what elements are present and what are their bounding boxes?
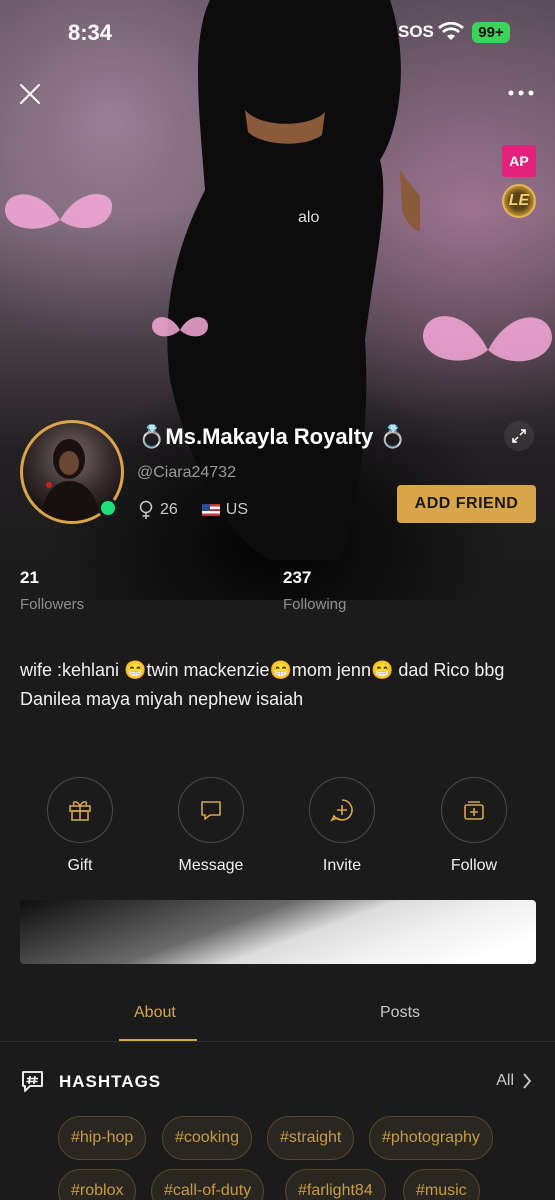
sos-indicator: SOS <box>398 22 434 41</box>
followers-count: 21 <box>20 568 39 587</box>
gift-icon <box>69 800 91 821</box>
tab-about[interactable]: About <box>134 1004 176 1022</box>
profile-age: 26 <box>160 501 178 518</box>
tab-posts[interactable]: Posts <box>380 1004 420 1022</box>
wifi-icon <box>438 22 464 40</box>
butterfly-decoration <box>152 317 208 337</box>
follow-action[interactable]: Follow <box>434 777 514 875</box>
followers-stat[interactable]: 21 Followers <box>20 568 84 613</box>
hashtags-title: HASHTAGS <box>59 1072 162 1091</box>
message-button[interactable] <box>178 777 244 843</box>
follow-label: Follow <box>450 857 498 874</box>
following-stat[interactable]: 237 Following <box>283 568 346 613</box>
hashtag-chip[interactable]: #roblox <box>58 1169 137 1200</box>
hashtags-header: HASHTAGS All <box>20 1068 536 1096</box>
message-action[interactable]: Message <box>171 777 251 875</box>
gift-button[interactable] <box>47 777 113 843</box>
profile-tabs: About Posts <box>0 990 555 1042</box>
status-bar: 8:34 SOS 99+ <box>0 0 555 64</box>
svg-text:alo: alo <box>298 209 319 226</box>
active-tab-indicator <box>119 1039 197 1041</box>
online-status-indicator <box>98 498 118 518</box>
hashtag-chip[interactable]: #music <box>403 1169 480 1200</box>
profile-country: US <box>225 501 249 518</box>
profile-meta: 26 US <box>138 500 248 520</box>
profile-bio: wife :kehlani 😁twin mackenzie😁mom jenn😁 … <box>20 660 505 709</box>
hashtag-chip[interactable]: #straight <box>267 1116 355 1160</box>
followers-label: Followers <box>20 596 85 613</box>
following-label: Following <box>283 596 347 613</box>
us-flag-icon <box>201 504 220 516</box>
expand-icon[interactable] <box>504 421 534 451</box>
more-options-icon[interactable] <box>506 84 536 102</box>
female-gender-icon <box>139 500 153 519</box>
follow-icon <box>464 801 484 820</box>
gift-action[interactable]: Gift <box>40 777 120 875</box>
follow-button[interactable] <box>441 777 507 843</box>
profile-banner[interactable] <box>20 900 536 964</box>
message-icon <box>201 801 221 820</box>
hashtag-chip[interactable]: #photography <box>369 1116 493 1160</box>
message-label: Message <box>178 857 244 874</box>
profile-handle: @Ciara24732 <box>137 464 236 481</box>
invite-icon <box>330 799 353 822</box>
add-friend-button[interactable]: ADD FRIEND <box>397 485 536 523</box>
invite-button[interactable] <box>309 777 375 843</box>
hashtag-icon <box>22 1071 43 1092</box>
gift-label: Gift <box>67 857 93 874</box>
butterfly-decoration <box>422 316 552 362</box>
profile-name: 💍Ms.Makayla Royalty 💍 <box>138 424 407 449</box>
following-count: 237 <box>283 568 312 587</box>
ap-badge[interactable]: AP <box>502 145 536 177</box>
invite-label: Invite <box>322 857 362 874</box>
hashtag-chip[interactable]: #hip-hop <box>58 1116 147 1160</box>
hashtag-chip[interactable]: #farlight84 <box>285 1169 386 1200</box>
hashtag-chip[interactable]: #call-of-duty <box>151 1169 265 1200</box>
close-icon[interactable] <box>16 80 44 108</box>
hashtag-chip[interactable]: #cooking <box>162 1116 253 1160</box>
all-label: All <box>496 1072 514 1089</box>
clock-time: 8:34 <box>68 20 113 45</box>
hashtags-all-link[interactable]: All <box>496 1072 532 1090</box>
invite-action[interactable]: Invite <box>302 777 382 875</box>
chevron-right-icon <box>523 1073 532 1089</box>
battery-indicator: 99+ <box>472 22 510 43</box>
le-badge[interactable]: LE <box>502 184 536 218</box>
butterfly-decoration <box>5 194 113 229</box>
